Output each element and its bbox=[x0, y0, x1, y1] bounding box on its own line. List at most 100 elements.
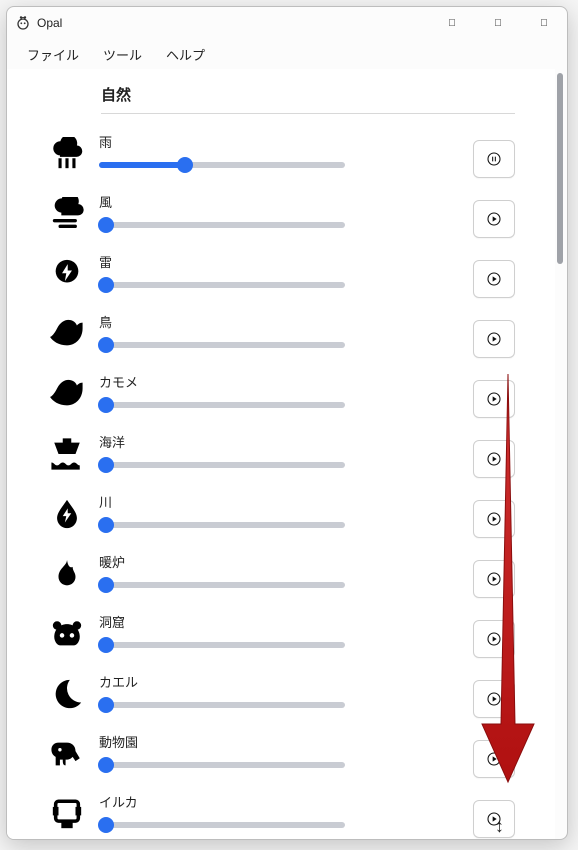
play-icon bbox=[486, 271, 502, 287]
seagull-icon bbox=[49, 376, 85, 412]
play-button[interactable] bbox=[473, 560, 515, 598]
volume-slider[interactable] bbox=[99, 577, 345, 593]
menu-tools[interactable]: ツール bbox=[93, 41, 152, 68]
play-button[interactable] bbox=[473, 440, 515, 478]
slider-track bbox=[99, 462, 345, 468]
ship-wave-icon bbox=[49, 436, 85, 472]
flame-icon bbox=[49, 556, 85, 592]
rain-cloud-icon bbox=[49, 136, 85, 172]
sound-label: 雷 bbox=[99, 252, 459, 271]
slider-thumb[interactable] bbox=[177, 157, 193, 173]
titlebar[interactable]: Opal    bbox=[7, 7, 567, 39]
bird-icon bbox=[49, 316, 85, 352]
volume-slider[interactable] bbox=[99, 757, 345, 773]
volume-slider[interactable] bbox=[99, 457, 345, 473]
volume-slider[interactable] bbox=[99, 397, 345, 413]
app-window: Opal    ファイル ツール ヘルプ 自然 雨 風 雷 鳥 カモメ 海… bbox=[6, 6, 568, 840]
slider-thumb[interactable] bbox=[98, 817, 114, 833]
sound-row: 洞窟 bbox=[101, 612, 515, 672]
volume-slider[interactable] bbox=[99, 217, 345, 233]
close-button[interactable]:  bbox=[521, 7, 567, 39]
section-title: 自然 bbox=[101, 84, 515, 114]
sound-row: 鳥 bbox=[101, 312, 515, 372]
slider-track bbox=[99, 702, 345, 708]
slider-track bbox=[99, 822, 345, 828]
sound-main: カモメ bbox=[99, 372, 459, 413]
moon-icon bbox=[49, 676, 85, 712]
menu-file[interactable]: ファイル bbox=[17, 41, 89, 68]
slider-thumb[interactable] bbox=[98, 637, 114, 653]
play-button[interactable] bbox=[473, 260, 515, 298]
play-icon bbox=[486, 631, 502, 647]
volume-slider[interactable] bbox=[99, 157, 345, 173]
sound-label: カエル bbox=[99, 672, 459, 691]
play-button[interactable] bbox=[473, 380, 515, 418]
volume-slider[interactable] bbox=[99, 697, 345, 713]
sound-main: イルカ bbox=[99, 792, 459, 833]
elephant-icon bbox=[49, 736, 85, 772]
sound-label: 海洋 bbox=[99, 432, 459, 451]
slider-thumb[interactable] bbox=[98, 517, 114, 533]
vertical-scrollbar[interactable] bbox=[557, 73, 565, 835]
slider-thumb[interactable] bbox=[98, 577, 114, 593]
play-icon bbox=[486, 751, 502, 767]
volume-slider[interactable] bbox=[99, 517, 345, 533]
maximize-button[interactable]:  bbox=[475, 7, 521, 39]
pause-icon bbox=[486, 151, 502, 167]
play-button[interactable] bbox=[473, 680, 515, 718]
volume-slider[interactable] bbox=[99, 337, 345, 353]
volume-slider[interactable] bbox=[99, 637, 345, 653]
volume-slider[interactable] bbox=[99, 817, 345, 833]
sounds-list: 雨 風 雷 鳥 カモメ 海洋 川 暖炉 洞窟 カエル 動物園 イルカ bbox=[101, 132, 515, 839]
content-wrap: 自然 雨 風 雷 鳥 カモメ 海洋 川 暖炉 洞窟 カエル 動物園 イルカ bbox=[7, 69, 567, 839]
sound-main: 雷 bbox=[99, 252, 459, 293]
slider-track bbox=[99, 762, 345, 768]
window-controls:    bbox=[429, 7, 567, 39]
sound-label: イルカ bbox=[99, 792, 459, 811]
menubar: ファイル ツール ヘルプ bbox=[7, 39, 567, 69]
slider-track bbox=[99, 342, 345, 348]
sound-row: 川 bbox=[101, 492, 515, 552]
volume-slider[interactable] bbox=[99, 277, 345, 293]
sound-label: 風 bbox=[99, 192, 459, 211]
vertical-scrollbar-thumb[interactable] bbox=[557, 73, 563, 264]
slider-track bbox=[99, 402, 345, 408]
slider-track bbox=[99, 522, 345, 528]
cave-bear-icon bbox=[49, 616, 85, 652]
play-button[interactable] bbox=[473, 500, 515, 538]
sound-row: イルカ bbox=[101, 792, 515, 839]
sound-main: 海洋 bbox=[99, 432, 459, 473]
slider-track bbox=[99, 642, 345, 648]
play-button[interactable] bbox=[473, 620, 515, 658]
play-button[interactable] bbox=[473, 200, 515, 238]
slider-thumb[interactable] bbox=[98, 697, 114, 713]
slider-thumb[interactable] bbox=[98, 457, 114, 473]
slider-thumb[interactable] bbox=[98, 757, 114, 773]
content[interactable]: 自然 雨 風 雷 鳥 カモメ 海洋 川 暖炉 洞窟 カエル 動物園 イルカ bbox=[7, 69, 555, 839]
slider-thumb[interactable] bbox=[98, 277, 114, 293]
sound-main: 風 bbox=[99, 192, 459, 233]
play-icon bbox=[486, 211, 502, 227]
sound-row: 海洋 bbox=[101, 432, 515, 492]
sound-main: 川 bbox=[99, 492, 459, 533]
play-button[interactable] bbox=[473, 320, 515, 358]
sound-main: 雨 bbox=[99, 132, 459, 173]
slider-track bbox=[99, 222, 345, 228]
play-button[interactable] bbox=[473, 800, 515, 838]
app-title: Opal bbox=[37, 16, 62, 30]
play-icon bbox=[486, 571, 502, 587]
thunder-cloud-icon bbox=[49, 256, 85, 292]
slider-thumb[interactable] bbox=[98, 217, 114, 233]
sound-row: 暖炉 bbox=[101, 552, 515, 612]
minimize-button[interactable]:  bbox=[429, 7, 475, 39]
sound-row: 雨 bbox=[101, 132, 515, 192]
play-button[interactable] bbox=[473, 740, 515, 778]
sound-label: 洞窟 bbox=[99, 612, 459, 631]
title-left: Opal bbox=[15, 15, 62, 31]
sound-row: 雷 bbox=[101, 252, 515, 312]
slider-thumb[interactable] bbox=[98, 337, 114, 353]
slider-thumb[interactable] bbox=[98, 397, 114, 413]
sound-label: 川 bbox=[99, 492, 459, 511]
pause-button[interactable] bbox=[473, 140, 515, 178]
menu-help[interactable]: ヘルプ bbox=[156, 41, 215, 68]
